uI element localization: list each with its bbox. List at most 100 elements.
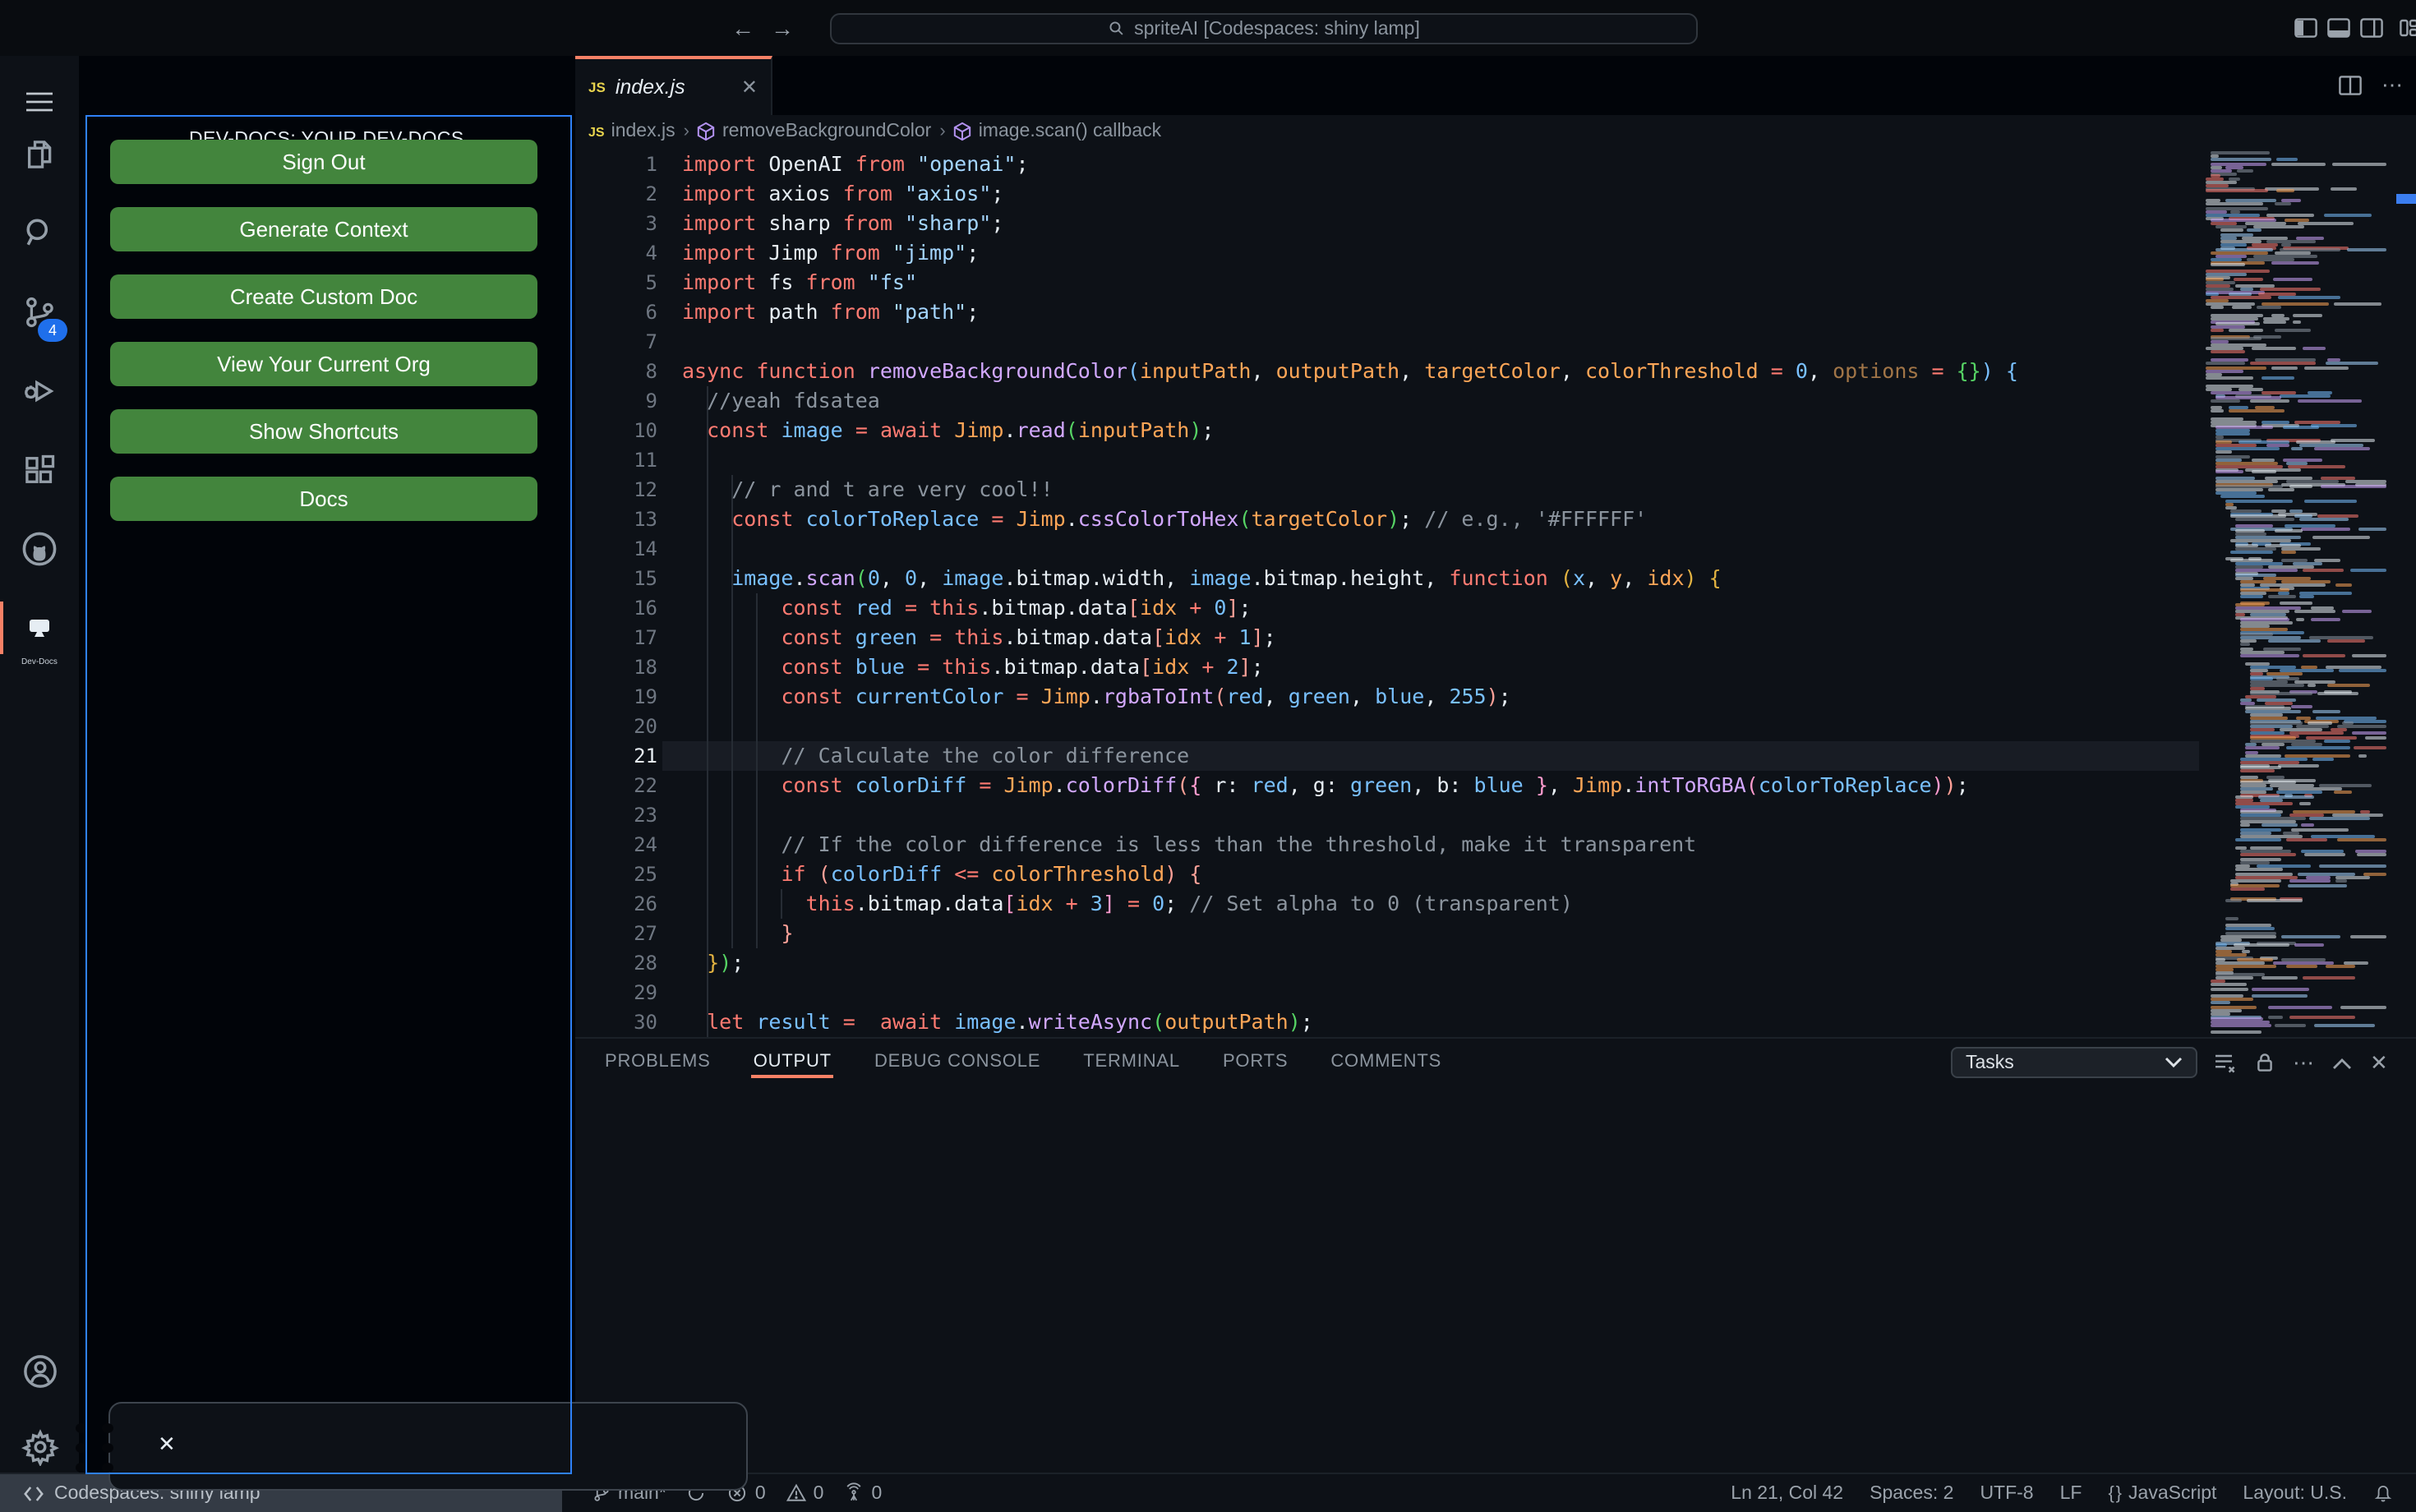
tab-close-icon[interactable]: ✕ xyxy=(741,76,758,99)
breadcrumb-separator-icon: › xyxy=(683,122,689,141)
panel-tab-ports[interactable]: PORTS xyxy=(1221,1042,1289,1081)
status-item-utf-8[interactable]: UTF-8 xyxy=(1970,1473,2043,1512)
sidebar-button-view-your-current-org[interactable]: View Your Current Org xyxy=(110,342,537,386)
breadcrumb-item[interactable]: removeBackgroundColor xyxy=(698,122,931,141)
code-line: 5 import fs from "fs" xyxy=(575,268,2416,297)
status-item-warning-triangle[interactable]: 0 xyxy=(776,1473,834,1512)
sidebar-button-generate-context[interactable]: Generate Context xyxy=(110,207,537,251)
dot xyxy=(102,1423,113,1433)
line-number: 22 xyxy=(634,774,657,797)
status-item-radio-tower[interactable]: 0 xyxy=(833,1473,892,1512)
toggle-secondary-sidebar-icon[interactable] xyxy=(2360,18,2383,38)
status-item-spaces-2[interactable]: Spaces: 2 xyxy=(1860,1473,1963,1512)
forward-icon[interactable]: → xyxy=(768,13,797,43)
code-line: 10 const image = await Jimp.read(inputPa… xyxy=(575,416,2416,445)
status-item-bell[interactable] xyxy=(2363,1473,2403,1512)
close-panel-icon[interactable]: ✕ xyxy=(2370,1049,2388,1076)
dev-docs-extension-icon[interactable]: Dev-Docs xyxy=(0,595,79,667)
code-line: 21 // Calculate the color difference xyxy=(575,741,2416,771)
status-item-layout-u-s-[interactable]: Layout: U.S. xyxy=(2233,1473,2357,1512)
code-line: 7 xyxy=(575,327,2416,357)
sidebar-button-docs[interactable]: Docs xyxy=(110,477,537,521)
sidebar-button-show-shortcuts[interactable]: Show Shortcuts xyxy=(110,409,537,454)
panel-tab-debug-console[interactable]: DEBUG CONSOLE xyxy=(873,1042,1042,1081)
active-indicator xyxy=(0,602,3,654)
explorer-icon[interactable] xyxy=(0,122,79,187)
line-number: 3 xyxy=(645,212,657,235)
minimap[interactable] xyxy=(2202,148,2396,1037)
status-item-lf[interactable]: LF xyxy=(2050,1473,2092,1512)
line-number: 1 xyxy=(645,153,657,176)
status-item-label: 0 xyxy=(813,1483,824,1503)
sidebar-button-sign-out[interactable]: Sign Out xyxy=(110,140,537,184)
breadcrumb-item[interactable]: JS index.js xyxy=(588,122,675,141)
breadcrumb-separator-icon: › xyxy=(939,122,946,141)
panel-tab-terminal[interactable]: TERMINAL xyxy=(1081,1042,1182,1081)
panel-tab-output[interactable]: OUTPUT xyxy=(751,1042,833,1081)
command-center-search[interactable]: spriteAI [Codespaces: shiny lamp] xyxy=(830,13,1698,44)
symbol-icon xyxy=(954,122,972,141)
breadcrumb: JS index.js › removeBackgroundColor › image.s… xyxy=(588,117,1161,146)
breadcrumb-label: index.js xyxy=(611,122,675,141)
tab-index-js[interactable]: JS index.js ✕ xyxy=(575,56,772,115)
code-line: 17 const green = this.bitmap.data[idx + … xyxy=(575,623,2416,652)
line-number: 4 xyxy=(645,242,657,265)
line-number: 8 xyxy=(645,360,657,383)
search-icon xyxy=(1108,20,1126,38)
editor-tab-bar: JS index.js ✕ ⋯ xyxy=(575,56,2416,115)
panel-tab-bar: PROBLEMS OUTPUT DEBUG CONSOLE TERMINAL PORTS… xyxy=(603,1039,1443,1085)
activity-bar: 4 Dev-Docs xyxy=(0,56,79,1473)
toggle-panel-icon[interactable] xyxy=(2327,18,2350,38)
line-number: 21 xyxy=(634,744,657,768)
code-line: 20 xyxy=(575,712,2416,741)
code-line: 12 // r and t are very cool!! xyxy=(575,475,2416,505)
clear-output-icon[interactable] xyxy=(2214,1052,2237,1073)
github-icon[interactable] xyxy=(0,516,79,582)
line-number: 30 xyxy=(634,1011,657,1034)
toggle-sidebar-icon[interactable] xyxy=(2294,18,2317,38)
javascript-file-icon: JS xyxy=(588,79,606,95)
status-item-javascript[interactable]: { } JavaScript xyxy=(2098,1473,2226,1512)
output-channel-select[interactable]: Tasks xyxy=(1951,1047,2197,1078)
split-editor-icon[interactable] xyxy=(2339,76,2362,95)
source-control-icon[interactable]: 4 xyxy=(0,279,79,345)
status-item-label: UTF-8 xyxy=(1980,1483,2034,1503)
code-line: 1 import OpenAI from "openai"; xyxy=(575,150,2416,179)
more-actions-icon[interactable]: ⋯ xyxy=(2381,72,2403,99)
line-number: 19 xyxy=(634,685,657,708)
search-sidebar-icon[interactable] xyxy=(0,201,79,266)
back-icon[interactable]: ← xyxy=(728,13,758,43)
code-editor[interactable]: 1 import OpenAI from "openai"; 2 import axi… xyxy=(575,145,2416,1042)
vscode-window: ← → spriteAI [Codespaces: shiny lamp] 4 … xyxy=(0,0,2416,1512)
line-number: 7 xyxy=(645,330,657,353)
close-icon[interactable]: ✕ xyxy=(158,1431,176,1458)
dot xyxy=(76,1423,87,1433)
chevron-down-icon xyxy=(2165,1057,2183,1068)
code-line: 24 // If the color difference is less th… xyxy=(575,830,2416,860)
status-item-ln-21-col-42[interactable]: Ln 21, Col 42 xyxy=(1721,1473,1853,1512)
panel-tab-comments[interactable]: COMMENTS xyxy=(1329,1042,1443,1081)
extensions-icon[interactable] xyxy=(0,437,79,503)
line-number: 12 xyxy=(634,478,657,501)
maximize-panel-icon[interactable] xyxy=(2332,1056,2352,1069)
breadcrumb-item[interactable]: image.scan() callback xyxy=(954,122,1161,141)
title-bar: ← → spriteAI [Codespaces: shiny lamp] xyxy=(0,0,2416,58)
code-line: 19 const currentColor = Jimp.rgbaToInt(r… xyxy=(575,682,2416,712)
panel-more-icon[interactable]: ⋯ xyxy=(2293,1049,2314,1076)
line-number: 9 xyxy=(645,390,657,413)
line-number: 13 xyxy=(634,508,657,531)
settings-gear-icon[interactable] xyxy=(0,1413,79,1479)
code-line: 9 //yeah fdsatea xyxy=(575,386,2416,416)
line-number: 28 xyxy=(634,952,657,975)
panel-tab-problems[interactable]: PROBLEMS xyxy=(603,1042,712,1081)
accounts-icon[interactable] xyxy=(0,1338,79,1404)
run-debug-icon[interactable] xyxy=(0,358,79,424)
customize-layout-icon[interactable] xyxy=(2400,18,2416,38)
bell-icon xyxy=(2373,1482,2393,1504)
lock-icon[interactable] xyxy=(2255,1052,2275,1073)
code-line: 13 const colorToReplace = Jimp.cssColorT… xyxy=(575,505,2416,534)
search-placeholder: spriteAI [Codespaces: shiny lamp] xyxy=(1134,19,1420,39)
javascript-file-icon: JS xyxy=(588,124,605,139)
line-number: 14 xyxy=(634,537,657,560)
sidebar-button-create-custom-doc[interactable]: Create Custom Doc xyxy=(110,274,537,319)
